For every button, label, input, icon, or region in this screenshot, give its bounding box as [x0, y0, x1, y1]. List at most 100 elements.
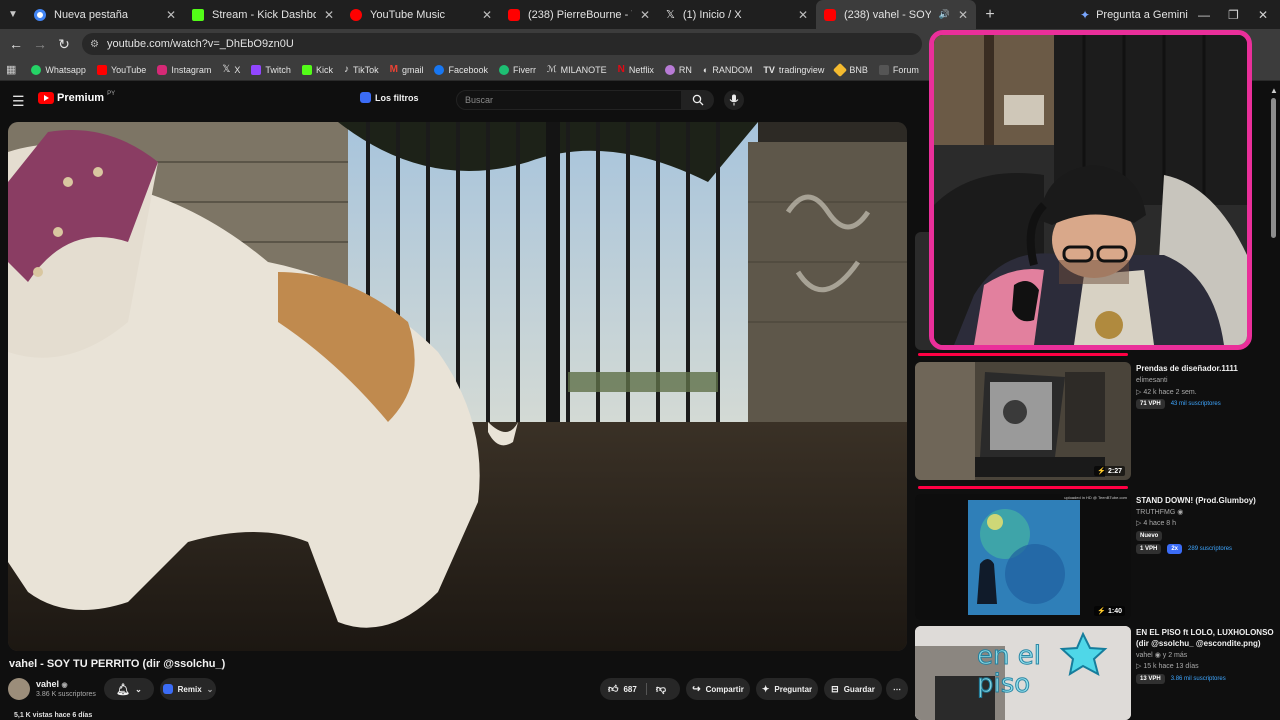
recommendation-title-line2[interactable]: (dir @ssolchu_ @escondite.png): [1136, 639, 1261, 648]
apps-grid-icon[interactable]: ▦: [6, 63, 16, 76]
list-item[interactable]: ⚡ 2:27 Prendas de diseñador.1111 elimesa…: [913, 362, 1273, 480]
bookmark-kick[interactable]: Kick: [301, 64, 333, 75]
forward-icon[interactable]: →: [28, 36, 52, 52]
shorts-icon: ⚡: [1097, 468, 1107, 475]
close-icon[interactable]: ✕: [324, 8, 334, 22]
bookmark-milanote[interactable]: ℳ MILANOTE: [547, 64, 607, 75]
tab-title: (1) Inicio / X: [682, 8, 742, 21]
views-date: 5,1 K vistas hace 6 días: [14, 712, 93, 719]
save-button[interactable]: ⊟ Guardar: [824, 678, 882, 700]
youtube-premium-logo[interactable]: Premium PY: [38, 91, 115, 104]
close-icon[interactable]: ✕: [482, 8, 492, 22]
close-icon[interactable]: ✕: [166, 8, 176, 22]
fiverr-icon: [499, 64, 510, 75]
list-item[interactable]: en el piso EN EL PISO ft LOLO, LUXHOLONS…: [913, 626, 1274, 720]
recommendation-channel-row[interactable]: vahel ◉ y 2 más: [1136, 651, 1187, 659]
recommendation-title[interactable]: EN EL PISO ft LOLO, LUXHOLONSO: [1136, 628, 1274, 637]
like-icon[interactable]: 👍︎: [608, 683, 618, 695]
like-count: 687: [623, 684, 637, 694]
share-button[interactable]: ↪ Compartir: [686, 678, 750, 700]
channel-name-row[interactable]: vahel ◉: [36, 679, 68, 689]
vph-badge: 1 VPH: [1136, 544, 1162, 554]
bookmark-bnb[interactable]: BNB: [833, 62, 868, 77]
subscribed-bell-button[interactable]: 🔔︎ ⌄: [104, 678, 154, 700]
youtube-header: ☰ Premium PY Los filtros Buscar: [0, 82, 920, 118]
speaker-icon[interactable]: 🔊: [939, 9, 950, 20]
recommendation-channel[interactable]: elimesanti: [1136, 377, 1168, 384]
facebook-icon: [434, 64, 445, 75]
tab-title: (238) vahel - SOY TU PERRITO: [844, 8, 931, 21]
new-tab-button[interactable]: +: [976, 6, 1004, 24]
voice-search-button[interactable]: [724, 90, 744, 110]
bookmark-tradingview[interactable]: TV tradingview: [763, 65, 824, 75]
minimize-icon[interactable]: —: [1198, 0, 1210, 29]
recommendation-meta: ▷ 42 k hace 2 sem.: [1136, 389, 1197, 396]
channel-avatar[interactable]: [8, 678, 30, 700]
bookmark-label: Facebook: [448, 64, 489, 75]
webcam-overlay: [929, 30, 1252, 350]
close-icon[interactable]: ✕: [640, 8, 650, 22]
bookmark-twitch[interactable]: Twitch: [251, 64, 291, 75]
google-icon: [34, 8, 46, 21]
remix-button[interactable]: Remix ⌄: [160, 678, 216, 700]
milanote-icon: ℳ: [547, 64, 557, 74]
video-thumbnail[interactable]: uploaded in HD @ TeenBTube.com ⚡ 1:40: [915, 494, 1131, 620]
video-thumbnail[interactable]: ⚡ 2:27: [915, 362, 1131, 480]
list-item[interactable]: uploaded in HD @ TeenBTube.com ⚡ 1:40 ST…: [913, 494, 1273, 620]
bookmark-instagram[interactable]: Instagram: [157, 64, 211, 75]
ask-button[interactable]: ✦ Preguntar: [756, 678, 818, 700]
tab-search-icon[interactable]: ▼: [0, 0, 26, 29]
recommendation-title[interactable]: Prendas de diseñador.1111: [1136, 364, 1238, 373]
reload-icon[interactable]: ↻: [52, 36, 76, 53]
tab-x-home[interactable]: 𝕏 (1) Inicio / X ✕: [658, 0, 816, 29]
menu-icon[interactable]: ☰: [12, 93, 25, 110]
recommendation-title[interactable]: STAND DOWN! (Prod.Glumboy): [1136, 496, 1256, 505]
recommendation-channel-row[interactable]: TRUTHFMG ◉: [1136, 508, 1183, 516]
bookmark-forum[interactable]: Forum: [878, 64, 919, 75]
bookmark-tiktok[interactable]: ♪ TikTok: [344, 64, 379, 75]
recommendation-channel-extra: y 2 más: [1162, 652, 1188, 659]
tab-youtube-music[interactable]: YouTube Music ✕: [342, 0, 500, 29]
video-player[interactable]: [8, 122, 907, 651]
site-info-icon[interactable]: ⚙: [90, 39, 99, 50]
bookmark-whatsapp[interactable]: Whatsapp: [31, 64, 86, 75]
video-thumbnail[interactable]: en el piso: [915, 626, 1131, 720]
more-actions-button[interactable]: ⋯: [886, 678, 908, 700]
tab-new-tab[interactable]: Nueva pestaña ✕: [26, 0, 184, 29]
address-bar[interactable]: ⚙ youtube.com/watch?v=_DhEbO9zn0U: [82, 33, 922, 55]
search-icon: [692, 94, 704, 106]
gmail-icon: M: [389, 64, 398, 75]
close-icon[interactable]: ✕: [958, 8, 968, 22]
bookmark-rn[interactable]: RN: [664, 64, 692, 75]
bookmark-gmail[interactable]: Mgmail: [390, 64, 424, 75]
bookmark-random[interactable]: ◐ RANDOM: [703, 65, 752, 75]
tab-active-video[interactable]: (238) vahel - SOY TU PERRITO 🔊 ✕: [816, 0, 976, 29]
recommendation-channel: TRUTHFMG: [1136, 509, 1176, 516]
search-input[interactable]: Buscar: [456, 90, 682, 110]
verified-icon: ◉: [1177, 509, 1184, 516]
bell-icon: 🔔︎: [116, 683, 131, 696]
tab-kick-dashboard[interactable]: Stream - Kick Dashboard ✕: [184, 0, 342, 29]
bookmark-youtube[interactable]: YouTube: [96, 64, 146, 75]
bookmark-label: Twitch: [265, 64, 291, 75]
restore-icon[interactable]: ❐: [1228, 0, 1239, 29]
filters-button[interactable]: Los filtros: [360, 92, 419, 103]
bookmark-netflix[interactable]: N Netflix: [618, 64, 654, 75]
bookmark-facebook[interactable]: Facebook: [434, 64, 489, 75]
save-label: Guardar: [843, 684, 875, 694]
close-icon[interactable]: ✕: [798, 8, 808, 22]
filters-label: Los filtros: [375, 92, 419, 103]
chevron-down-icon: ⌄: [135, 684, 142, 694]
back-icon[interactable]: ←: [4, 36, 28, 52]
bookmark-label: Forum: [892, 64, 919, 75]
dislike-icon[interactable]: 👎︎: [656, 683, 666, 695]
close-window-icon[interactable]: ✕: [1258, 0, 1268, 29]
tab-pierrebourne[interactable]: (238) PierreBourne - YouTube ✕: [500, 0, 658, 29]
gemini-button[interactable]: ✦ Pregunta a Gemini: [1080, 0, 1188, 29]
webcam-image: [934, 35, 1247, 345]
scroll-up-icon[interactable]: ▲: [1270, 86, 1278, 95]
bookmark-x[interactable]: 𝕏X: [222, 64, 240, 75]
search-button[interactable]: [682, 90, 714, 110]
page-scrollbar-thumb[interactable]: [1271, 98, 1276, 238]
bookmark-fiverr[interactable]: Fiverr: [499, 64, 536, 75]
